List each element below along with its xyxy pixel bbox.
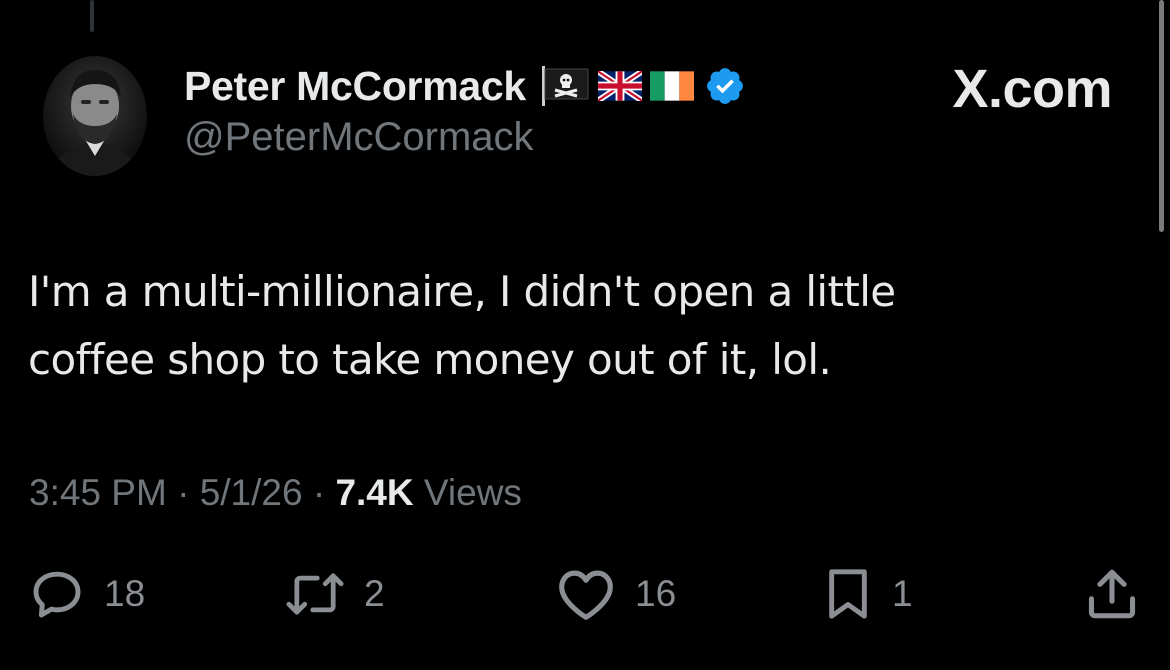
author-display-name[interactable]: Peter McCormack: [184, 63, 526, 110]
reply-count: 18: [104, 573, 146, 614]
share-icon: [1088, 569, 1136, 619]
ireland-flag-icon: [649, 71, 694, 101]
tweet-action-bar: 18 2 16 1: [0, 562, 1170, 626]
heart-icon: [559, 570, 613, 620]
retweet-icon: [286, 573, 344, 615]
views-count: 7.4K: [335, 472, 414, 513]
author-handle[interactable]: @PeterMcCormack: [184, 115, 534, 160]
share-button[interactable]: [1083, 562, 1141, 626]
retweet-count: 2: [364, 573, 385, 614]
tweet-text-line-1: I'm a multi-millionaire, I didn't open a…: [28, 267, 896, 316]
like-button[interactable]: 16: [555, 562, 676, 626]
reply-icon: [33, 571, 81, 618]
meta-separator: ·: [312, 472, 326, 513]
bookmark-icon: [829, 569, 867, 619]
tweet-time[interactable]: 3:45 PM: [29, 472, 167, 513]
bookmark-count: 1: [892, 573, 913, 614]
bookmark-button[interactable]: 1: [822, 562, 913, 626]
tweet-text: I'm a multi-millionaire, I didn't open a…: [28, 258, 1118, 394]
retweet-button[interactable]: 2: [284, 562, 385, 626]
author-name-row: Peter McCormack: [184, 60, 746, 112]
reply-button[interactable]: 18: [28, 562, 145, 626]
avatar-image: [43, 56, 147, 176]
uk-flag-icon: [597, 71, 642, 101]
tweet-text-line-2: coffee shop to take money out of it, lol…: [28, 335, 832, 384]
thread-connector-line: [90, 0, 94, 32]
meta-separator: ·: [177, 472, 190, 513]
avatar[interactable]: [43, 56, 147, 176]
author-name-emojis: [540, 65, 746, 107]
verified-badge-icon[interactable]: [704, 65, 746, 107]
brand-watermark: X.com: [952, 59, 1112, 119]
like-count: 16: [635, 573, 677, 614]
pirate-flag-icon: [541, 66, 589, 106]
views-label: Views: [423, 472, 522, 513]
tweet-meta: 3:45 PM · 5/1/26 · 7.4K Views: [29, 472, 522, 514]
tweet-date[interactable]: 5/1/26: [200, 472, 303, 513]
scrollbar[interactable]: [1159, 0, 1164, 232]
